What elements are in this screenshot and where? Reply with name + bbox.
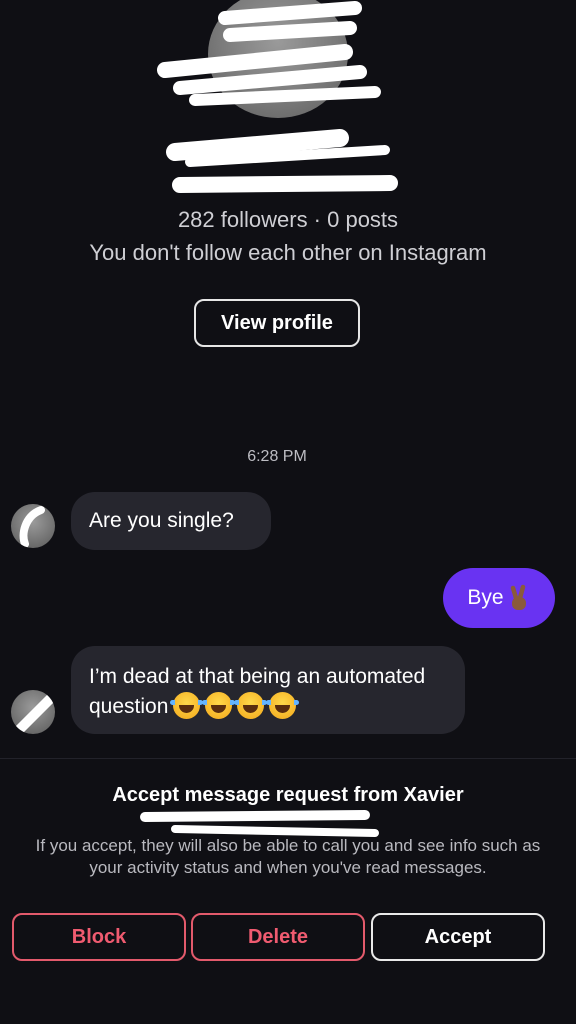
sender-avatar[interactable] (11, 504, 55, 548)
laughing-emoji-icon (170, 692, 204, 719)
profile-stats: 282 followers · 0 posts (177, 207, 399, 232)
laughing-emoji-icon (266, 692, 300, 719)
message-text: Are you single? (89, 509, 234, 532)
redaction-scribble (157, 1, 398, 193)
message-timestamp: 6:28 PM (247, 448, 307, 465)
accept-request-title: Accept message request from Xavier (112, 784, 464, 806)
avatar-scribble (14, 693, 55, 734)
delete-button[interactable]: Delete (191, 913, 365, 961)
section-divider (0, 758, 576, 759)
accept-button[interactable]: Accept (371, 913, 545, 961)
message-bubble-incoming[interactable]: I’m dead at that being an automated ques… (71, 646, 465, 734)
sender-avatar[interactable] (11, 690, 55, 734)
accept-request-info: If you accept, they will also be able to… (35, 836, 541, 877)
victory-hand-emoji-icon (510, 584, 526, 610)
block-button[interactable]: Block (12, 913, 186, 961)
relationship-note: You don't follow each other on Instagram (89, 240, 487, 265)
laughing-emoji-icon (202, 692, 236, 719)
avatar-scribble (19, 506, 45, 548)
message-text: Bye (467, 586, 504, 609)
message-bubble-outgoing[interactable]: Bye (443, 568, 555, 628)
view-profile-button[interactable]: View profile (194, 299, 360, 347)
message-bubble-incoming[interactable]: Are you single? (71, 492, 271, 550)
laughing-emoji-icon (234, 692, 268, 719)
